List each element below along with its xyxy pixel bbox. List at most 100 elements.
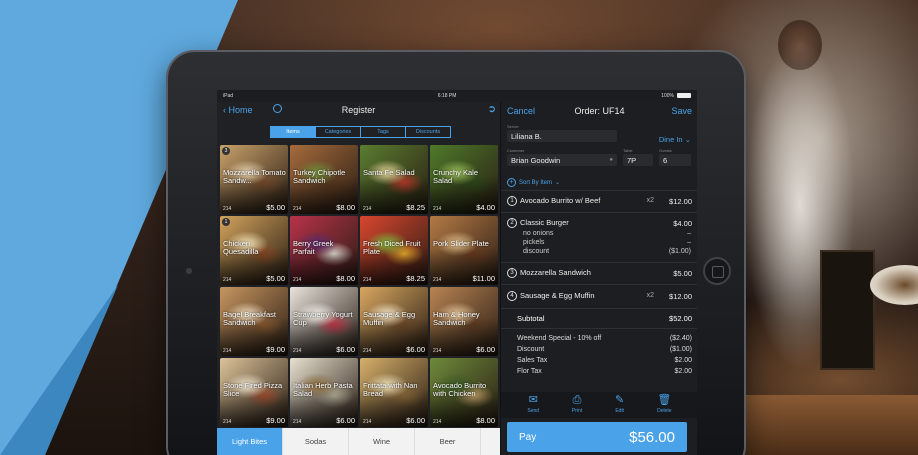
- line-name: Mozzarella Sandwich: [520, 268, 591, 277]
- category-bar: Light BitesSodasWineBeerWa: [217, 428, 547, 455]
- adjustment-label: Discount: [517, 346, 545, 353]
- adjustment-amount: ($1.00): [669, 346, 692, 353]
- tab-items[interactable]: Items: [270, 126, 316, 138]
- status-bar: iPad 6:18 PM 100%: [217, 90, 697, 102]
- menu-item-tile[interactable]: Crunchy Kale Salad 214 $4.00: [430, 145, 498, 214]
- menu-item-tile[interactable]: Strawberry Yogurt Cup 214 $6.00: [290, 287, 358, 356]
- menu-item-tile[interactable]: Turkey Chipotle Sandwich 214 $8.00: [290, 145, 358, 214]
- tab-categories[interactable]: Categories: [315, 126, 361, 138]
- item-price: $8.00: [336, 274, 355, 283]
- table-field[interactable]: 7P: [623, 154, 653, 166]
- category-tab[interactable]: Sodas: [283, 428, 349, 455]
- save-button[interactable]: Save: [671, 106, 692, 116]
- add-icon[interactable]: +: [507, 178, 516, 187]
- customer-field[interactable]: Brian Goodwin ●: [507, 154, 617, 166]
- item-price: $11.00: [472, 274, 495, 283]
- line-number: 4: [507, 291, 517, 302]
- divider: [501, 308, 697, 309]
- item-code: 214: [363, 348, 372, 354]
- item-price: $6.00: [406, 416, 425, 425]
- send-button[interactable]: ✉ Send: [527, 392, 539, 418]
- adjustment-amount: ($2.40): [669, 335, 692, 342]
- item-price: $8.00: [476, 416, 495, 425]
- server-field[interactable]: Liliana B.: [507, 130, 617, 142]
- menu-item-tile[interactable]: Santa Fe Salad 214 $8.25: [360, 145, 428, 214]
- tab-discounts[interactable]: Discounts: [405, 126, 451, 138]
- item-code: 214: [433, 277, 442, 283]
- adjustment-label: Flor Tax: [517, 368, 542, 375]
- order-nav: Cancel Order: UF14 Save: [501, 102, 697, 120]
- adjustment-label: Sales Tax: [517, 357, 548, 364]
- menu-item-tile[interactable]: 1 Chicken Quesadilla 214 $5.00: [220, 216, 288, 285]
- order-actions: ✉ Send ⎙ Print ✎ Edit 🗑 Delete: [501, 392, 697, 418]
- menu-item-tile[interactable]: Fresh Diced Fruit Plate 214 $8.25: [360, 216, 428, 285]
- sort-control[interactable]: + Sort By Item ⌄: [507, 178, 560, 187]
- item-count-badge: 3: [222, 147, 230, 155]
- guests-field[interactable]: 6: [659, 154, 691, 166]
- dine-in-selector[interactable]: Dine In ⌄: [659, 135, 691, 144]
- customer-name: Brian Goodwin: [511, 155, 561, 165]
- modifier-text: discount: [523, 248, 550, 255]
- edit-button[interactable]: ✎ Edit: [615, 392, 624, 418]
- register-title: Register: [341, 105, 376, 115]
- totals-section: Subtotal $52.00: [501, 314, 697, 325]
- item-name: Stone Fired Pizza Slice: [223, 381, 283, 398]
- pos-screen: iPad 6:18 PM 100% ‹ Home Register ➲ Item…: [217, 90, 697, 455]
- item-price: $6.00: [336, 416, 355, 425]
- line-qty: x2: [646, 197, 654, 204]
- adjustment-amount: $2.00: [674, 357, 692, 364]
- logout-icon[interactable]: ➲: [488, 104, 496, 115]
- category-tab[interactable]: Wine: [349, 428, 415, 455]
- item-name: Chicken Quesadilla: [223, 239, 259, 256]
- item-code: 214: [223, 277, 232, 283]
- menu-item-tile[interactable]: Berry Greek Parfait 214 $8.00: [290, 216, 358, 285]
- adjustment-row: Weekend Special - 10% off ($2.40): [501, 335, 697, 346]
- menu-stand: [820, 250, 875, 370]
- line-qty: x2: [646, 292, 654, 299]
- order-line[interactable]: 2 Classic Burger $4.00: [507, 218, 692, 229]
- chevron-down-icon: ⌄: [684, 135, 691, 144]
- order-pane: Cancel Order: UF14 Save Server Liliana B…: [500, 102, 697, 455]
- line-number: 2: [507, 218, 517, 229]
- order-line[interactable]: 3 Mozzarella Sandwich $5.00: [507, 268, 692, 279]
- line-number: 1: [507, 196, 517, 207]
- menu-item-tile[interactable]: 3 Mozzarella Tomato Sandw... 214 $5.00: [220, 145, 288, 214]
- modifier-amount: –: [687, 230, 691, 237]
- menu-item-tile[interactable]: Bagel Breakfast Sandwich 214 $9.00: [220, 287, 288, 356]
- item-name: Italian Herb Pasta Salad: [293, 381, 353, 398]
- battery-percent: 100%: [661, 93, 674, 99]
- action-label: Edit: [615, 408, 624, 414]
- menu-item-tile[interactable]: Avocado Burrito with Chicken 214 $8.00: [430, 358, 498, 427]
- divider: [501, 328, 697, 329]
- menu-item-tile[interactable]: Ham & Honey Sandwich 214 $6.00: [430, 287, 498, 356]
- ipad-home-button[interactable]: [703, 257, 731, 285]
- order-line[interactable]: 4 Sausage & Egg Muffin x2 $12.00: [507, 291, 692, 302]
- item-name: Pork Slider Plate: [433, 239, 489, 248]
- menu-item-tile[interactable]: Frittata with Nan Bread 214 $6.00: [360, 358, 428, 427]
- category-tab[interactable]: Light Bites: [217, 428, 283, 455]
- line-amount: $4.00: [673, 219, 692, 228]
- register-nav: ‹ Home Register ➲: [217, 102, 500, 120]
- pay-button[interactable]: Pay $56.00: [507, 422, 687, 452]
- item-name: Berry Greek Parfait: [293, 239, 334, 256]
- category-tab[interactable]: Beer: [415, 428, 481, 455]
- order-line[interactable]: 1 Avocado Burrito w/ Beef x2 $12.00: [507, 196, 692, 207]
- delete-button[interactable]: 🗑 Delete: [657, 392, 671, 418]
- item-code: 214: [363, 419, 372, 425]
- tab-tags[interactable]: Tags: [360, 126, 406, 138]
- table-label: Table: [623, 148, 633, 153]
- line-name: Avocado Burrito w/ Beef: [520, 196, 601, 205]
- subtotal-amount: $52.00: [669, 314, 692, 323]
- modifier-text: pickels: [523, 239, 545, 246]
- divider: [501, 212, 697, 213]
- adjustments-section: Weekend Special - 10% off ($2.40) Discount…: [501, 335, 697, 379]
- menu-item-tile[interactable]: Italian Herb Pasta Salad 214 $6.00: [290, 358, 358, 427]
- menu-item-tile[interactable]: Pork Slider Plate 214 $11.00: [430, 216, 498, 285]
- print-button[interactable]: ⎙ Print: [572, 392, 582, 418]
- menu-item-tile[interactable]: Sausage & Egg Muffin 214 $6.00: [360, 287, 428, 356]
- item-code: 214: [433, 419, 442, 425]
- clear-icon[interactable]: ●: [609, 157, 613, 163]
- item-name: Avocado Burrito with Chicken: [433, 381, 487, 398]
- ipad-camera: [186, 268, 192, 274]
- menu-item-tile[interactable]: Stone Fired Pizza Slice 214 $9.00: [220, 358, 288, 427]
